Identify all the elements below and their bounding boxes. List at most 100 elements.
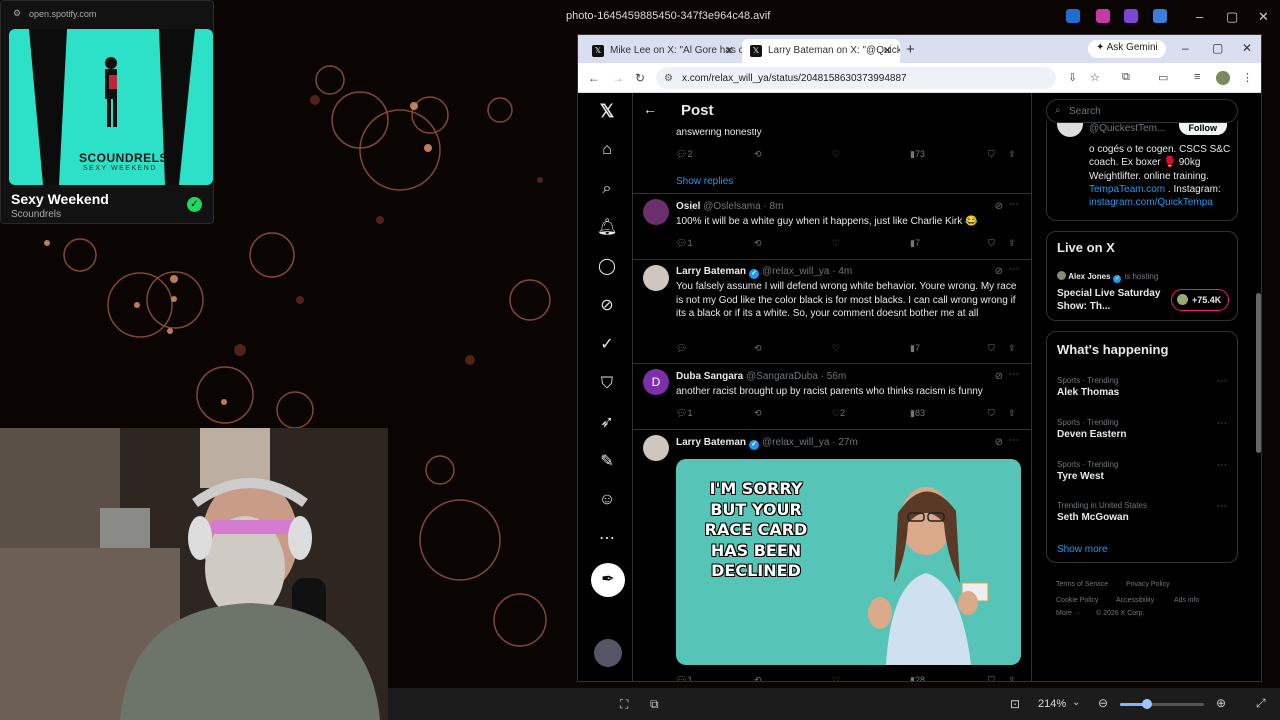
footer-more[interactable]: More ··· xyxy=(1056,610,1081,617)
tab-mike-lee[interactable]: 𝕏 Mike Lee on X: "Al Gore has ca ✕ xyxy=(584,39,742,63)
retweet-icon[interactable]: ⟲ xyxy=(754,675,762,681)
share-icon[interactable]: ⇪ xyxy=(1008,149,1016,160)
follow-button[interactable]: Follow xyxy=(1178,121,1227,135)
bookmark-icon[interactable]: ⛉ xyxy=(988,238,995,249)
more-icon[interactable]: ⋯ xyxy=(597,529,617,549)
tweet-author[interactable]: Osiel @Oslelsama · 8m xyxy=(676,201,783,212)
grok-analyze-icon[interactable]: ⊘ xyxy=(995,266,1003,277)
url-text[interactable]: x.com/relax_will_ya/status/2048158630373… xyxy=(682,73,907,84)
new-tab-icon[interactable]: + xyxy=(906,41,915,58)
tray-app-icon[interactable] xyxy=(1066,9,1080,23)
retweet-icon[interactable]: ⟲ xyxy=(754,149,762,160)
zoom-in-icon[interactable]: ⊕ xyxy=(1216,696,1226,710)
live-show-title[interactable]: Special Live Saturday Show: Th... xyxy=(1057,287,1167,313)
views-button[interactable]: ▮ 73 xyxy=(910,149,925,160)
reply-icon[interactable]: 💬︎ xyxy=(676,343,687,354)
notifications-bell-icon[interactable]: 🔔︎ xyxy=(597,218,617,238)
profile-icon[interactable]: ☺ xyxy=(597,490,617,510)
site-settings-icon[interactable]: ⚙ xyxy=(13,8,21,19)
tab-close-icon[interactable]: ✕ xyxy=(725,44,734,57)
explore-search-icon[interactable]: ⌕ xyxy=(597,179,617,199)
reload-icon[interactable]: ↻ xyxy=(635,71,645,85)
profile-handle[interactable]: @QuickestTem... xyxy=(1089,123,1165,134)
bookmark-icon[interactable]: ⛉ xyxy=(988,408,995,419)
tweet-author[interactable]: Larry Bateman ✓ @relax_will_ya · 27m xyxy=(676,437,858,450)
footer-cookie[interactable]: Cookie Policy xyxy=(1056,597,1098,604)
show-replies-link[interactable]: Show replies xyxy=(676,176,733,187)
menu-kebab-icon[interactable]: ⋮ xyxy=(1242,71,1253,84)
live-listener-count[interactable]: +75.4K xyxy=(1171,289,1229,311)
bookmark-icon[interactable]: ⛉ xyxy=(988,343,995,354)
tray-app-icon[interactable] xyxy=(1153,9,1167,23)
site-info-icon[interactable]: ⚙ xyxy=(664,73,673,84)
install-icon[interactable]: ⇩ xyxy=(1068,71,1077,84)
footer-ads-info[interactable]: Ads info xyxy=(1174,597,1199,604)
reply-button[interactable]: 💬︎ 1 xyxy=(676,408,692,419)
reply-button[interactable]: 💬︎ 2 xyxy=(676,149,692,160)
tweet-more-icon[interactable]: ⋯ xyxy=(1009,369,1019,380)
compose-post-button[interactable]: ✒ xyxy=(591,563,625,597)
views-button[interactable]: ▮ 7 xyxy=(910,238,920,249)
bookmark-star-icon[interactable]: ☆ xyxy=(1090,71,1100,84)
share-icon[interactable]: ⇪ xyxy=(1008,343,1016,354)
tweet-more-icon[interactable]: ⋯ xyxy=(1009,264,1019,275)
forward-icon[interactable]: → xyxy=(612,71,624,85)
like-icon[interactable]: ♡ xyxy=(832,149,840,160)
tray-app-icon[interactable] xyxy=(1096,9,1110,23)
bookmark-icon[interactable]: ⛉ xyxy=(988,675,995,681)
chevron-down-icon[interactable]: ⌄ xyxy=(1072,697,1080,708)
tweet-image[interactable]: I'M SORRY BUT YOUR RACE CARD HAS BEEN DE… xyxy=(676,459,1021,665)
viewer-close-icon[interactable]: ✕ xyxy=(1258,9,1269,25)
zoom-out-icon[interactable]: ⊖ xyxy=(1098,696,1108,710)
avatar[interactable] xyxy=(643,435,669,461)
share-icon[interactable]: ⇪ xyxy=(1008,238,1016,249)
close-icon[interactable]: ✕ xyxy=(1242,41,1252,55)
viewer-maximize-icon[interactable]: ▢ xyxy=(1226,9,1238,25)
scrollbar[interactable] xyxy=(1256,293,1261,453)
profile-avatar-icon[interactable] xyxy=(1216,71,1230,85)
tray-app-icon[interactable] xyxy=(1124,9,1138,23)
grok-analyze-icon[interactable]: ⊘ xyxy=(995,371,1003,382)
back-icon[interactable]: ← xyxy=(588,71,600,85)
zoom-slider-thumb[interactable] xyxy=(1142,699,1152,709)
extensions-icon[interactable]: ⧉ xyxy=(1122,71,1130,84)
split-view-icon[interactable]: ▭ xyxy=(1158,71,1168,84)
show-more-link[interactable]: Show more xyxy=(1057,544,1108,555)
fullscreen-icon[interactable]: ⤢ xyxy=(1256,696,1266,711)
zoom-slider[interactable] xyxy=(1120,699,1204,709)
maximize-icon[interactable]: ▢ xyxy=(1212,41,1223,55)
profile-instagram-link[interactable]: instagram.com/QuickTempa xyxy=(1089,197,1213,208)
bookmark-icon[interactable]: ⛉ xyxy=(988,149,995,160)
song-title[interactable]: Sexy Weekend xyxy=(11,191,109,207)
ask-gemini-button[interactable]: ✦ Ask Gemini xyxy=(1088,40,1166,58)
grok-analyze-icon[interactable]: ⊘ xyxy=(995,437,1003,448)
avatar[interactable]: D xyxy=(643,369,669,395)
back-arrow-icon[interactable]: ← xyxy=(643,101,657,117)
tab-larry-bateman[interactable]: 𝕏 Larry Bateman on X: "@Quicke ✕ xyxy=(742,39,900,63)
like-icon[interactable]: ♡ xyxy=(832,238,840,249)
footer-privacy[interactable]: Privacy Policy xyxy=(1126,581,1170,588)
views-button[interactable]: ▮ 83 xyxy=(910,408,925,419)
bookmarks-icon[interactable]: ⛉ xyxy=(597,374,617,394)
trend-more-icon[interactable]: ⋯ xyxy=(1217,460,1227,471)
profile-link[interactable]: TempaTeam.com xyxy=(1089,184,1165,195)
retweet-icon[interactable]: ⟲ xyxy=(754,238,762,249)
share-icon[interactable]: ⇪ xyxy=(1008,408,1016,419)
messages-icon[interactable]: ◯ xyxy=(597,257,617,277)
retweet-icon[interactable]: ⟲ xyxy=(754,343,762,354)
tweet-author[interactable]: Larry Bateman ✓ @relax_will_ya · 4m xyxy=(676,266,852,279)
trend-name[interactable]: Alek Thomas xyxy=(1057,387,1119,398)
retweet-icon[interactable]: ⟲ xyxy=(754,408,762,419)
tweet-author[interactable]: Duba Sangara @SangaraDuba · 56m xyxy=(676,371,846,382)
trend-name[interactable]: Tyre West xyxy=(1057,471,1104,482)
reply-button[interactable]: 💬︎ 1 xyxy=(676,675,692,681)
reading-list-icon[interactable]: ≡ xyxy=(1194,71,1200,83)
zoom-level[interactable]: 214% xyxy=(1038,698,1066,710)
tab-close-icon[interactable]: ✕ xyxy=(883,44,892,57)
crop-icon[interactable]: ⛶ xyxy=(620,697,628,712)
viewer-minimize-icon[interactable]: – xyxy=(1196,9,1203,24)
saved-check-icon[interactable]: ✓ xyxy=(187,197,202,212)
premium-verified-icon[interactable]: ✓ xyxy=(597,335,617,355)
grok-analyze-icon[interactable]: ⊘ xyxy=(995,201,1003,212)
articles-icon[interactable]: ✎ xyxy=(597,452,617,472)
